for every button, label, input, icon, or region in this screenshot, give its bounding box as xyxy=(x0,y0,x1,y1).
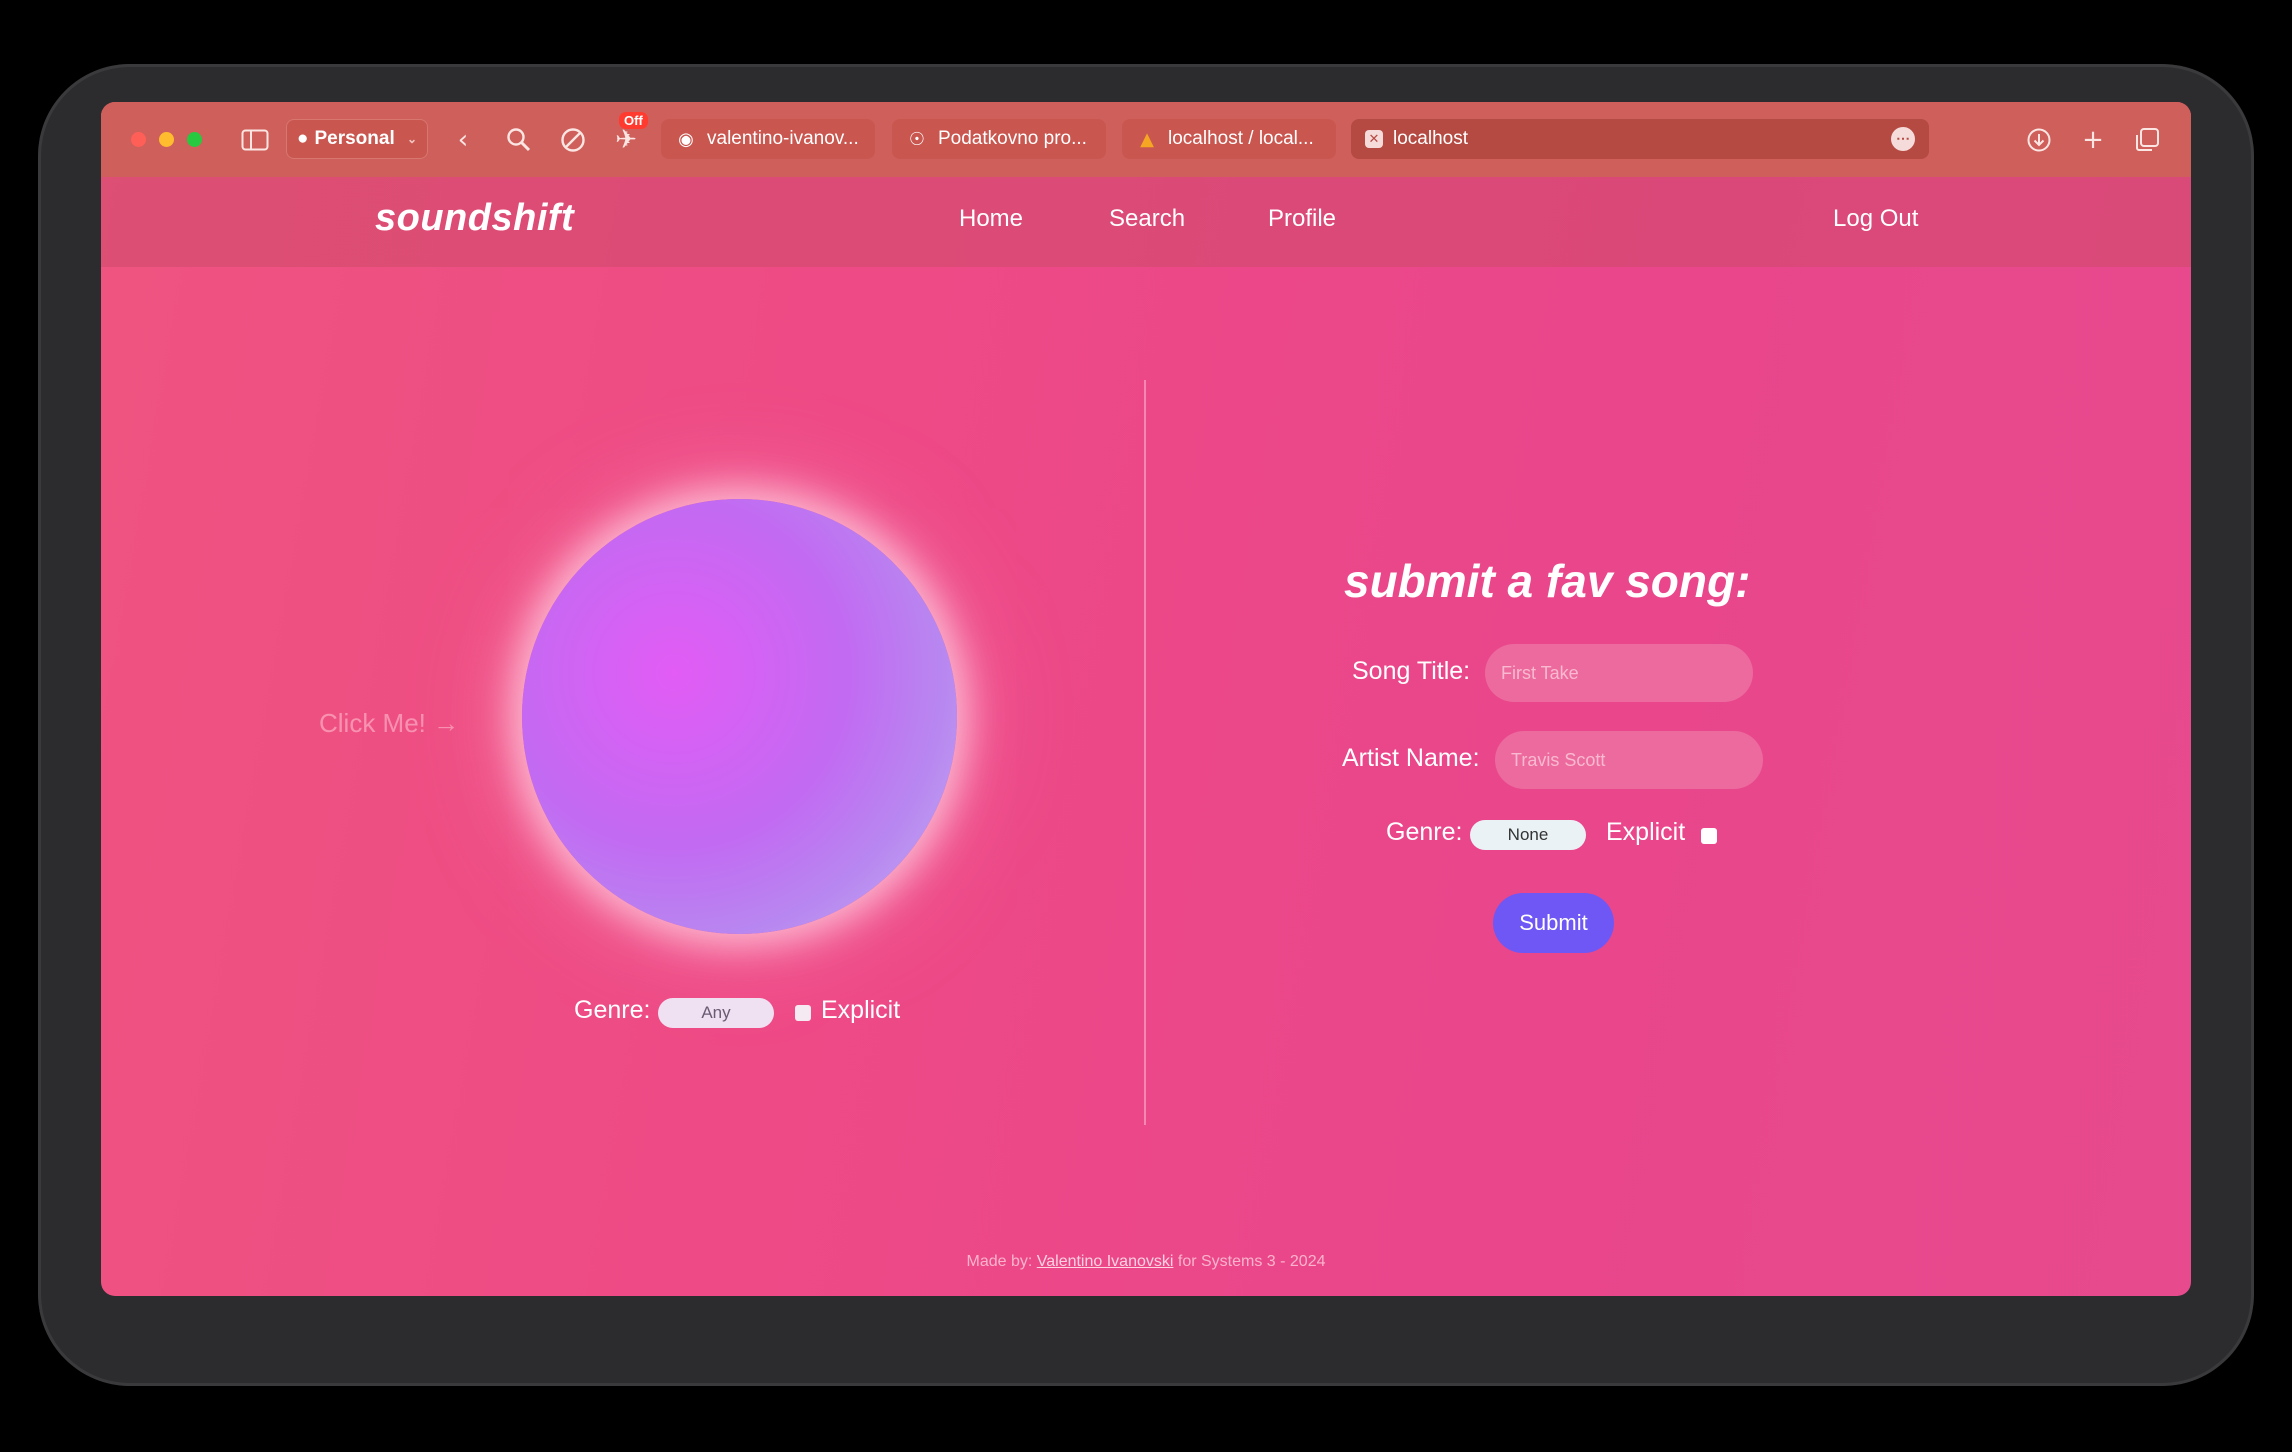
new-tab-icon[interactable]: + xyxy=(2077,124,2109,156)
extension-badge: Off xyxy=(619,112,648,129)
form-title: submit a fav song: xyxy=(1344,555,1751,607)
tab-overview-icon[interactable] xyxy=(2131,124,2163,156)
explicit-label: Explicit xyxy=(821,996,901,1024)
more-icon[interactable]: ⋯ xyxy=(1891,127,1915,151)
tab-title: localhost / local... xyxy=(1168,128,1314,149)
compass-icon: ☉ xyxy=(908,128,926,150)
site-navbar: soundshift Home Search Profile Log Out xyxy=(101,177,2191,267)
block-icon[interactable] xyxy=(557,124,589,156)
nav-search[interactable]: Search xyxy=(1109,205,1185,233)
artist-name-input[interactable]: Travis Scott xyxy=(1495,731,1763,789)
close-tab-icon[interactable]: ✕ xyxy=(1365,130,1383,148)
person-icon: ● xyxy=(297,128,309,149)
song-title-input[interactable]: First Take xyxy=(1485,644,1753,702)
footer-prefix: Made by: xyxy=(966,1253,1033,1270)
form-genre-select[interactable]: None xyxy=(1470,820,1586,850)
random-song-orb[interactable] xyxy=(522,499,957,934)
browser-tab-github[interactable]: ◉ valentino-ivanov... xyxy=(661,119,875,159)
phpmyadmin-icon: ▲ xyxy=(1140,128,1154,150)
nav-profile[interactable]: Profile xyxy=(1268,205,1336,233)
genre-select[interactable]: Any xyxy=(658,998,774,1028)
submit-button[interactable]: Submit xyxy=(1493,893,1614,953)
window-controls xyxy=(131,132,202,147)
click-me-hint: Click Me! → xyxy=(319,708,460,738)
form-explicit-label: Explicit xyxy=(1606,818,1686,846)
profile-label: Personal xyxy=(314,128,395,149)
form-genre-label: Genre: xyxy=(1386,818,1463,846)
form-explicit-checkbox[interactable] xyxy=(1701,828,1717,844)
nav-home[interactable]: Home xyxy=(959,205,1023,233)
sidebar-toggle-icon[interactable] xyxy=(239,124,271,156)
github-icon: ◉ xyxy=(678,128,694,150)
footer-suffix: for Systems 3 - 2024 xyxy=(1177,1253,1326,1270)
back-icon[interactable]: ‹ xyxy=(447,124,479,156)
genre-label: Genre: xyxy=(574,996,651,1024)
footer: Made by: Valentino Ivanovski for Systems… xyxy=(101,1253,2191,1271)
browser-tab-phpmyadmin[interactable]: ▲ localhost / local... xyxy=(1122,119,1336,159)
author-link[interactable]: Valentino Ivanovski xyxy=(1037,1253,1174,1270)
browser-window: ● Personal ⌄ ‹ ✈ Off ◉ valentino-ivanov.… xyxy=(101,102,2191,1296)
download-icon[interactable] xyxy=(2023,124,2055,156)
site-logo[interactable]: soundshift xyxy=(375,197,574,240)
nav-logout[interactable]: Log Out xyxy=(1833,205,1918,233)
song-title-label: Song Title: xyxy=(1352,657,1471,685)
chevron-down-icon: ⌄ xyxy=(406,132,417,146)
browser-toolbar: ● Personal ⌄ ‹ ✈ Off ◉ valentino-ivanov.… xyxy=(101,102,2191,177)
profile-switcher[interactable]: ● Personal ⌄ xyxy=(286,119,428,159)
minimize-window-button[interactable] xyxy=(159,132,174,147)
tab-title: localhost xyxy=(1393,128,1468,149)
section-divider xyxy=(1144,380,1146,1125)
tab-title: Podatkovno pro... xyxy=(938,128,1087,149)
tab-title: valentino-ivanov... xyxy=(707,128,859,149)
browser-tab-localhost[interactable]: ✕ localhost ⋯ xyxy=(1351,119,1929,159)
explicit-checkbox[interactable] xyxy=(795,1005,811,1021)
search-icon[interactable] xyxy=(503,124,535,156)
artist-name-label: Artist Name: xyxy=(1342,744,1480,772)
maximize-window-button[interactable] xyxy=(187,132,202,147)
browser-tab-podatkovno[interactable]: ☉ Podatkovno pro... xyxy=(892,119,1106,159)
close-window-button[interactable] xyxy=(131,132,146,147)
